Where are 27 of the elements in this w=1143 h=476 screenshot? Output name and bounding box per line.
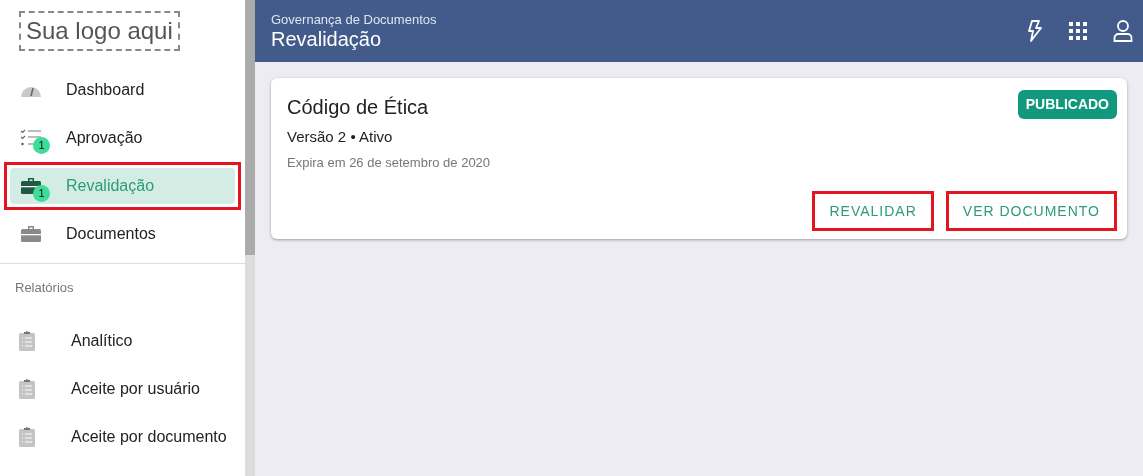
logo-text: Sua logo aqui: [26, 16, 173, 46]
nav-item[interactable]: Aceite por documento: [0, 412, 245, 461]
apps-grid-icon[interactable]: [1069, 22, 1087, 40]
expiry-date: Expira em 26 de setembro de 2020: [287, 153, 491, 172]
clipboard-icon: [18, 329, 36, 352]
nav-item[interactable]: 1 Revalidação: [10, 168, 235, 204]
action-button[interactable]: REVALIDAR: [812, 191, 934, 231]
lightning-icon[interactable]: [1027, 20, 1043, 42]
card-meta: Versão 2 • Ativo: [287, 127, 394, 147]
nav-item[interactable]: Analítico: [0, 316, 245, 365]
clipboard-icon: [18, 377, 36, 400]
status-badge: PUBLICADO: [1017, 90, 1117, 119]
nav-item[interactable]: Dashboard: [10, 72, 235, 108]
action-button[interactable]: VER DOCUMENTO: [945, 191, 1117, 231]
clipboard-icon: [18, 425, 36, 448]
scrollbar[interactable]: [245, 0, 255, 476]
header-subtitle: Governança de Documentos: [271, 11, 437, 27]
briefcase-icon: [20, 225, 42, 243]
nav-item[interactable]: 1 Aprovação: [10, 120, 235, 156]
user-icon[interactable]: [1113, 20, 1133, 42]
page-title: Revalidação: [271, 27, 382, 51]
card-title: Código de Ética: [287, 95, 430, 120]
nav-item[interactable]: Documentos: [10, 216, 235, 252]
section-heading: Relatórios: [14, 279, 74, 297]
count-badge: 1: [33, 185, 50, 202]
count-badge: 1: [33, 137, 50, 154]
nav-item[interactable]: Aceite por usuário: [0, 364, 245, 413]
